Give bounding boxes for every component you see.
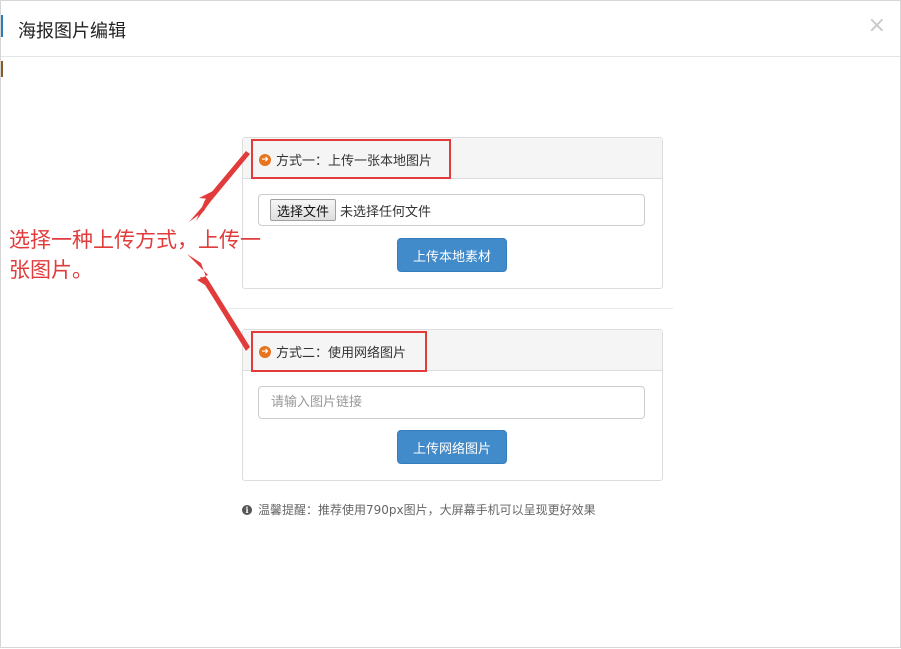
annotation-arrows: [187, 151, 250, 351]
annotation-arrow-down: [200, 277, 250, 351]
poster-image-edit-modal: 海报图片编辑 × ➜ 方式一：上传一张本地图片 选择文件 未选择任何文件 上传本…: [0, 0, 901, 648]
